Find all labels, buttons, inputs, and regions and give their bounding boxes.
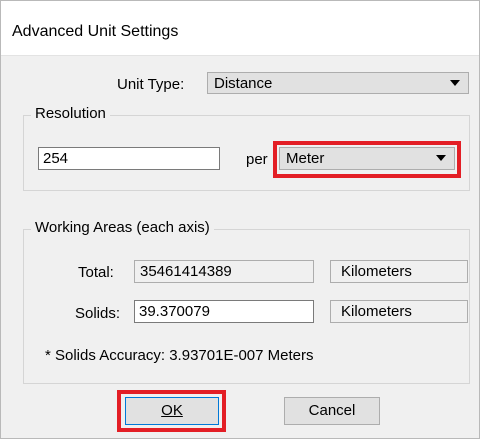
solids-label: Solids: bbox=[75, 305, 121, 322]
total-label: Total: bbox=[78, 264, 114, 281]
total-unit: Kilometers bbox=[341, 263, 412, 280]
solids-unit-field: Kilometers bbox=[330, 300, 468, 323]
resolution-input[interactable]: 254 bbox=[38, 147, 220, 170]
total-unit-field: Kilometers bbox=[330, 260, 468, 283]
cancel-button[interactable]: Cancel bbox=[284, 397, 380, 425]
ok-button[interactable]: OK bbox=[125, 397, 219, 425]
resolution-unit-value: Meter bbox=[286, 150, 325, 167]
working-areas-group-title: Working Areas (each axis) bbox=[31, 219, 214, 236]
unit-type-value: Distance bbox=[214, 75, 273, 92]
solids-input[interactable]: 39.370079 bbox=[134, 300, 314, 323]
resolution-unit-dropdown[interactable]: Meter bbox=[279, 147, 455, 170]
chevron-down-icon bbox=[450, 80, 460, 86]
total-value: 35461414389 bbox=[140, 263, 232, 280]
chevron-down-icon bbox=[436, 155, 446, 161]
total-value-field: 35461414389 bbox=[134, 260, 314, 283]
ok-button-label: OK bbox=[161, 402, 183, 419]
unit-type-label: Unit Type: bbox=[117, 76, 185, 93]
title-bar: Advanced Unit Settings bbox=[1, 1, 479, 56]
dialog-title: Advanced Unit Settings bbox=[12, 23, 179, 40]
solids-value: 39.370079 bbox=[139, 303, 210, 320]
resolution-value: 254 bbox=[43, 150, 69, 167]
unit-type-dropdown[interactable]: Distance bbox=[207, 72, 469, 94]
advanced-unit-settings-dialog: Advanced Unit Settings Unit Type: Distan… bbox=[0, 0, 480, 439]
resolution-group-title: Resolution bbox=[31, 105, 110, 122]
per-label: per bbox=[246, 151, 268, 168]
solids-unit: Kilometers bbox=[341, 303, 412, 320]
solids-accuracy-note: * Solids Accuracy: 3.93701E-007 Meters bbox=[45, 347, 314, 364]
